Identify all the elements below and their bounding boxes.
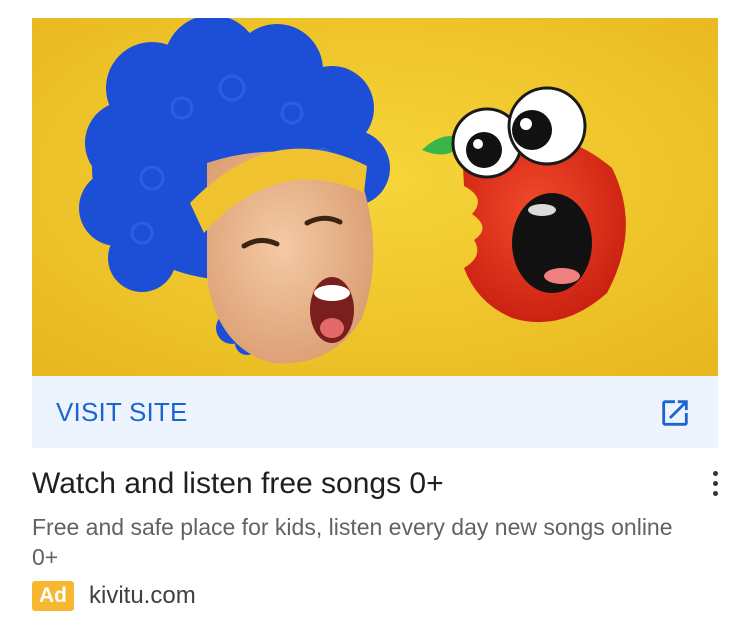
external-link-icon	[662, 400, 688, 426]
ad-badge: Ad	[32, 581, 74, 611]
ad-headline[interactable]: Watch and listen free songs 0+	[32, 466, 444, 502]
ad-domain-link[interactable]: kivitu.com	[89, 581, 196, 611]
ad-description: Free and safe place for kids, listen eve…	[32, 514, 673, 570]
ad-hero-image[interactable]	[32, 18, 718, 376]
hero-illustration	[32, 18, 718, 376]
more-vert-icon[interactable]	[700, 468, 730, 500]
visit-site-label: VISIT SITE	[56, 397, 188, 427]
ad-meta-row: Ad kivitu.com	[32, 580, 196, 612]
ad-card: VISIT SITE Watch and listen free songs 0…	[0, 0, 750, 632]
visit-site-button[interactable]: VISIT SITE	[32, 376, 718, 448]
